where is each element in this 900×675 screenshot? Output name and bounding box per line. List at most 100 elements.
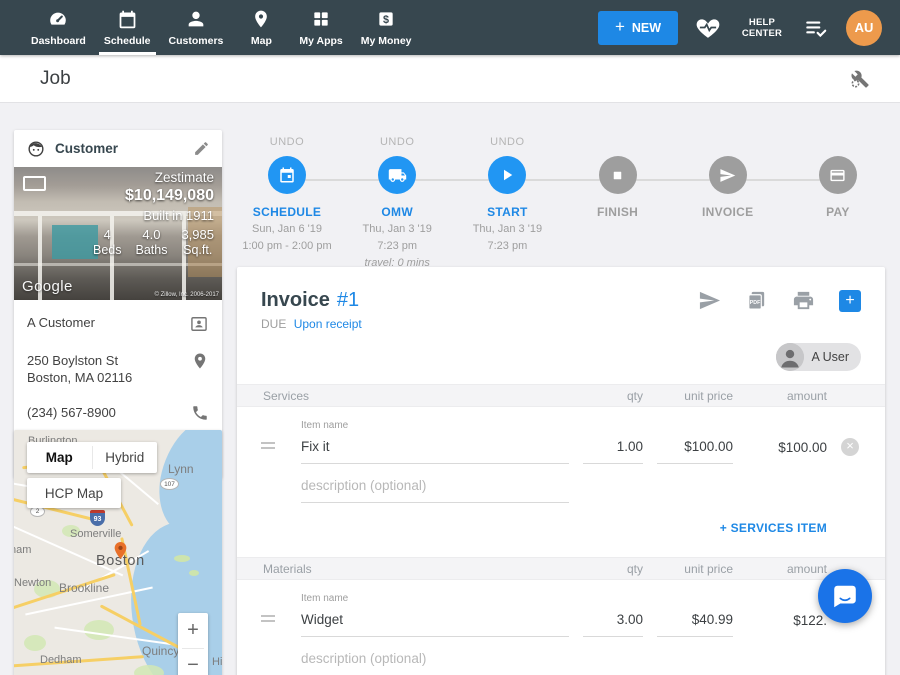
zestimate-label: Zestimate	[93, 170, 214, 185]
print-icon[interactable]	[792, 289, 815, 312]
plus-icon: +	[615, 17, 625, 37]
item-name-label: Item name	[301, 420, 569, 431]
map-zoom-control: + −	[178, 613, 208, 675]
nav-item-schedule[interactable]: Schedule	[95, 0, 160, 55]
address-line1: 250 Boylston St	[27, 353, 118, 368]
job-tools-icon[interactable]	[848, 67, 872, 91]
add-invoice-button[interactable]: +	[839, 290, 861, 312]
unit-price-column-header: unit price	[657, 562, 733, 576]
map-island	[189, 570, 199, 576]
stage-label: FINISH	[597, 205, 638, 219]
stat-baths: 4.0 Baths	[135, 227, 167, 257]
nav-items: Dashboard Schedule Customers Map My Apps	[0, 0, 421, 55]
undo-omw-button[interactable]: UNDO	[380, 136, 414, 156]
undo-start-button[interactable]: UNDO	[490, 136, 524, 156]
service-name-input[interactable]	[301, 439, 569, 464]
nav-item-my-apps[interactable]: My Apps	[290, 0, 351, 55]
map-type-map-button[interactable]: Map	[27, 442, 92, 473]
map-label-ham: ham	[14, 544, 31, 556]
zoom-out-button[interactable]: −	[178, 649, 208, 675]
service-unit-price-input[interactable]	[657, 439, 733, 464]
delete-service-item-button[interactable]: ×	[841, 438, 859, 456]
map-park	[84, 620, 114, 640]
i93-shield: 93	[90, 510, 105, 526]
hcp-map-button[interactable]: HCP Map	[27, 478, 121, 508]
property-photo: Zestimate $10,149,080 Built in 1911 4 Be…	[14, 167, 222, 300]
truck-icon	[388, 166, 407, 185]
calendar-icon	[278, 166, 296, 184]
stage-pay: PAY	[788, 136, 888, 270]
stage-label: INVOICE	[702, 205, 753, 219]
service-description-row	[237, 466, 885, 503]
customer-address-row: 250 Boylston St Boston, MA 02116	[14, 343, 222, 395]
drag-handle-icon[interactable]	[261, 439, 287, 464]
google-logo: Google	[22, 278, 73, 295]
nav-item-my-money[interactable]: $ My Money	[352, 0, 421, 55]
nav-item-dashboard[interactable]: Dashboard	[22, 0, 95, 55]
calendar-icon	[117, 7, 138, 31]
streetview-toggle-icon[interactable]	[23, 176, 46, 191]
heart-pulse-icon[interactable]	[695, 15, 721, 41]
phone-icon[interactable]	[191, 404, 209, 422]
play-icon	[498, 166, 516, 184]
nav-item-map[interactable]: Map	[232, 0, 290, 55]
pdf-icon[interactable]: PDF	[745, 289, 768, 312]
checklist-icon[interactable]	[803, 15, 829, 41]
stage-invoice: INVOICE	[678, 136, 778, 270]
undo-schedule-button[interactable]: UNDO	[270, 136, 304, 156]
zoom-in-button[interactable]: +	[178, 613, 208, 648]
omw-stage-button[interactable]	[378, 156, 416, 194]
stage-date: Thu, Jan 3 '19	[363, 222, 432, 236]
material-unit-price-input[interactable]	[657, 612, 733, 637]
nav-item-customers[interactable]: Customers	[160, 0, 233, 55]
map-label-somerville: Somerville	[70, 528, 121, 540]
due-terms-link[interactable]: Upon receipt	[294, 317, 362, 331]
user-avatar[interactable]: AU	[846, 10, 882, 46]
stage-label: PAY	[826, 205, 850, 219]
help-center-link[interactable]: HELP CENTER	[738, 17, 786, 39]
service-item-row: Item name $100.00 ×	[237, 420, 885, 464]
finish-stage-button[interactable]	[599, 156, 637, 194]
service-amount: $100.00	[747, 440, 827, 464]
map-card[interactable]: 107 2 93 Burlington Lynn Somerville Bost…	[14, 430, 222, 675]
nav-label-schedule: Schedule	[104, 35, 151, 47]
customer-phone-row: (234) 567-8900	[14, 395, 222, 431]
invoice-card: Invoice #1 PDF + DUE Upon receipt	[237, 267, 885, 675]
stage-start: UNDO START Thu, Jan 3 '19 7:23 pm	[457, 136, 557, 270]
invoice-header: Invoice #1 PDF + DUE Upon receipt	[237, 267, 885, 371]
assigned-user-chip[interactable]: A User	[776, 343, 861, 371]
add-services-item-link[interactable]: + SERVICES ITEM	[720, 521, 827, 535]
card-icon	[829, 167, 846, 184]
sqft-label: Sq.ft.	[181, 243, 214, 257]
material-description-input[interactable]	[301, 639, 569, 675]
stage-date: Thu, Jan 3 '19	[473, 222, 542, 236]
property-stats: 4 Beds 4.0 Baths 3,985 Sq.ft.	[93, 227, 214, 257]
services-header-band: Services qty unit price amount	[237, 384, 885, 407]
service-description-input[interactable]	[301, 466, 569, 503]
invoice-stage-button[interactable]	[709, 156, 747, 194]
materials-header-band: Materials qty unit price amount	[237, 557, 885, 580]
schedule-stage-button[interactable]	[268, 156, 306, 194]
chat-fab-button[interactable]	[818, 569, 872, 623]
send-invoice-icon[interactable]	[698, 289, 721, 312]
nav-label-my-apps: My Apps	[299, 35, 342, 47]
stage-time: 7:23 pm	[377, 239, 417, 253]
material-name-input[interactable]	[301, 612, 569, 637]
job-location-pin[interactable]	[114, 542, 127, 559]
start-stage-button[interactable]	[488, 156, 526, 194]
map-type-hybrid-button[interactable]: Hybrid	[93, 442, 158, 473]
invoice-number: #1	[337, 289, 359, 312]
page-title: Job	[40, 55, 71, 103]
pay-stage-button[interactable]	[819, 156, 857, 194]
new-button[interactable]: + NEW	[598, 11, 678, 45]
service-qty-input[interactable]	[583, 439, 643, 464]
contact-card-icon[interactable]	[189, 314, 209, 334]
location-pin-icon[interactable]	[191, 352, 209, 386]
edit-pencil-icon[interactable]	[193, 140, 210, 157]
send-icon	[719, 167, 736, 184]
drag-handle-icon[interactable]	[261, 612, 287, 637]
map-label-quincy: Quincy	[142, 644, 179, 658]
stage-schedule: UNDO SCHEDULE Sun, Jan 6 '19 1:00 pm - 2…	[237, 136, 337, 270]
address-line2: Boston, MA 02116	[27, 370, 132, 385]
material-qty-input[interactable]	[583, 612, 643, 637]
